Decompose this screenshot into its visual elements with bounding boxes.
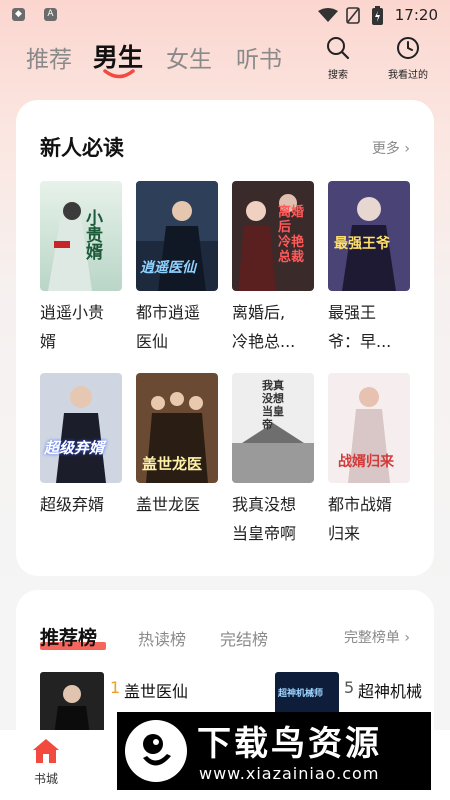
book-cover[interactable]: 小贵婿	[40, 181, 122, 291]
status-time: 17:20	[394, 6, 438, 24]
tab-female[interactable]: 女生	[166, 40, 212, 74]
new-reader-card: 新人必读 更多 › 小贵婿 逍遥医仙 离婚后 冷艳总裁 最强王爷 逍遥小贵 婿 …	[16, 100, 434, 576]
book-cover[interactable]: 最强王爷	[328, 181, 410, 291]
history-label: 我看过的	[388, 70, 428, 81]
rank-tab-hot[interactable]: 热读榜	[138, 626, 186, 650]
book-title[interactable]: 离婚后, 冷艳总...	[232, 298, 318, 356]
book-cover[interactable]: 离婚后 冷艳总裁	[232, 181, 314, 291]
rank-number: 5	[344, 678, 355, 697]
wifi-icon	[318, 8, 338, 22]
home-icon	[33, 739, 59, 763]
watermark-title: 下载鸟资源	[197, 724, 382, 764]
tab-audiobook[interactable]: 听书	[236, 40, 282, 74]
book-cover[interactable]: 盖世龙医	[136, 373, 218, 483]
active-tab-indicator	[103, 69, 135, 79]
clock-icon	[397, 37, 419, 59]
chevron-right-icon: ›	[404, 630, 410, 646]
tab-recommend[interactable]: 推荐	[26, 40, 72, 74]
rank-tab-recommend[interactable]: 推荐榜	[40, 623, 97, 650]
search-button[interactable]: 搜索	[322, 36, 354, 81]
history-button[interactable]: 我看过的	[382, 36, 434, 81]
book-title[interactable]: 盖世龙医	[136, 490, 222, 519]
nav-bookstore[interactable]: 书城	[25, 738, 67, 787]
shield-icon: ◆	[12, 8, 25, 21]
book-title[interactable]: 我真没想 当皇帝啊	[232, 490, 318, 548]
rank-tab-finished[interactable]: 完结榜	[220, 626, 268, 650]
rank-book-title[interactable]: 盖世医仙	[124, 678, 188, 702]
battery-icon	[372, 6, 383, 25]
book-cover[interactable]: 我真没想当皇帝	[232, 373, 314, 483]
rank-book-title[interactable]: 超神机械	[358, 678, 422, 702]
book-title[interactable]: 最强王 爷：早...	[328, 298, 414, 356]
search-icon	[327, 37, 350, 60]
no-sim-icon	[346, 7, 360, 24]
rank-number: 1	[110, 678, 121, 697]
book-cover[interactable]: 超级弃婿	[40, 373, 122, 483]
chevron-right-icon: ›	[404, 141, 410, 157]
book-title[interactable]: 超级弃婿	[40, 490, 126, 519]
search-label: 搜索	[328, 70, 348, 81]
watermark-banner: 下载鸟资源 www.xiazainiao.com	[117, 712, 431, 790]
book-title[interactable]: 都市逍遥 医仙	[136, 298, 222, 356]
book-title[interactable]: 都市战婿 归来	[328, 490, 414, 548]
status-bar: ◆ A 17:20	[0, 0, 450, 32]
book-cover[interactable]: 战婿归来	[328, 373, 410, 483]
book-title[interactable]: 逍遥小贵婿	[40, 298, 126, 356]
full-ranking-link[interactable]: 完整榜单 ›	[344, 627, 410, 647]
a-icon: A	[44, 8, 57, 21]
section-title: 新人必读	[40, 136, 124, 160]
book-cover[interactable]: 逍遥医仙	[136, 181, 218, 291]
watermark-url: www.xiazainiao.com	[199, 764, 380, 783]
bird-logo-icon	[125, 720, 187, 782]
more-link[interactable]: 更多 ›	[372, 138, 410, 158]
